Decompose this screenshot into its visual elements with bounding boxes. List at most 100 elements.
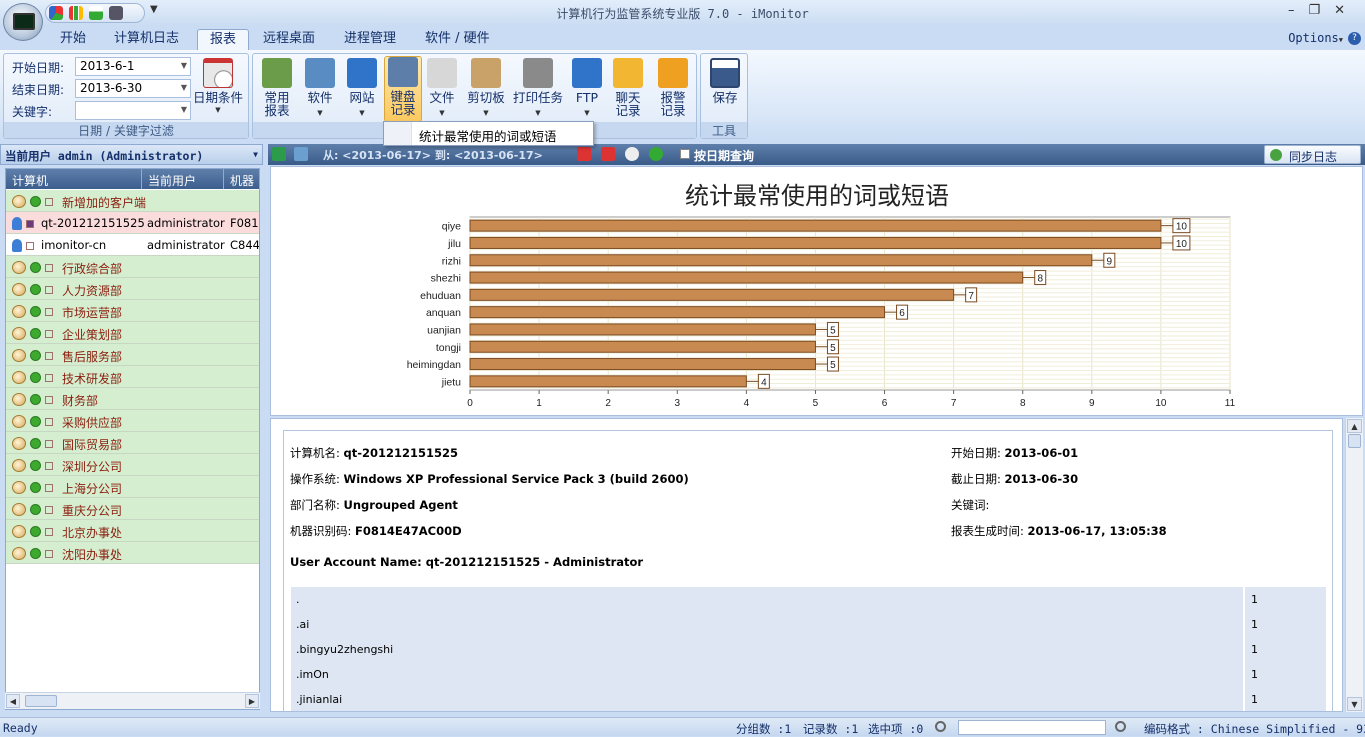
group-row[interactable]: 人力资源部 <box>6 278 259 300</box>
group-row[interactable]: 国际贸易部 <box>6 432 259 454</box>
scroll-right-icon[interactable]: ▶ <box>245 694 259 708</box>
clock-icon[interactable] <box>625 147 639 161</box>
menu-item-frequent-words[interactable]: 统计最常使用的词或短语 <box>419 126 557 145</box>
expand-icon[interactable] <box>45 307 53 316</box>
expand-icon[interactable] <box>45 549 53 558</box>
tab-remote-desktop[interactable]: 远程桌面 <box>251 29 327 51</box>
group-row[interactable]: 深圳分公司 <box>6 454 259 476</box>
chevron-down-icon: ▼ <box>180 83 187 92</box>
group-row[interactable]: 采购供应部 <box>6 410 259 432</box>
report-button-2[interactable]: 网站 ▼ <box>344 58 380 120</box>
group-row[interactable]: 售后服务部 <box>6 344 259 366</box>
group-row[interactable]: 重庆分公司 <box>6 498 259 520</box>
expand-icon[interactable] <box>45 395 53 404</box>
current-user-header[interactable]: 当前用户 admin (Administrator) ▼ <box>0 144 263 165</box>
tab-software-hardware[interactable]: 软件 / 硬件 <box>413 29 502 51</box>
sync-log-button[interactable]: 同步日志 <box>1264 145 1361 164</box>
group-icon <box>12 194 53 208</box>
keyword-field[interactable]: ▼ <box>75 101 191 120</box>
report-button-1[interactable]: 软件 ▼ <box>300 58 340 120</box>
computer-row[interactable]: imonitor-cn administrator C8442 <box>6 234 259 256</box>
report-button-label-2: 记录 <box>615 103 641 118</box>
expand-icon[interactable] <box>45 461 53 470</box>
refresh-icon[interactable] <box>649 147 663 161</box>
report-button-7[interactable]: FTP ▼ <box>571 58 603 120</box>
info-key: 计算机名: <box>290 446 344 460</box>
options-menu[interactable]: Options▼ <box>1288 31 1343 45</box>
expand-icon[interactable] <box>45 351 53 360</box>
group-row[interactable]: 新增加的客户端 <box>6 190 259 212</box>
scroll-left-icon[interactable]: ◀ <box>6 694 20 708</box>
scroll-down-icon[interactable]: ▼ <box>1347 697 1362 711</box>
close-icon[interactable]: ✕ <box>1334 3 1359 18</box>
table-row[interactable]: .bingyu2zhengshi 1 <box>291 637 1326 662</box>
expand-icon[interactable] <box>45 505 53 514</box>
group-row[interactable]: 上海分公司 <box>6 476 259 498</box>
minimize-icon[interactable]: – <box>1288 3 1309 18</box>
scroll-thumb[interactable] <box>25 695 57 707</box>
export-excel-icon[interactable] <box>272 147 286 161</box>
word-cell: . <box>291 587 1243 612</box>
date-condition-button[interactable]: 日期条件 ▼ <box>190 58 246 117</box>
col-computer[interactable]: 计算机 <box>6 169 142 189</box>
search-icon[interactable] <box>1115 721 1126 732</box>
group-row[interactable]: 沈阳办事处 <box>6 542 259 564</box>
tab-reports[interactable]: 报表 <box>197 29 250 51</box>
calendar-next-icon[interactable] <box>601 147 615 161</box>
title-bar: ▼ 计算机行为监管系统专业版 7.0 - iMonitor –❐✕ <box>0 0 1365 26</box>
scroll-up-icon[interactable]: ▲ <box>1347 419 1362 433</box>
users-icon <box>12 459 26 472</box>
group-row[interactable]: 技术研发部 <box>6 366 259 388</box>
calendar-icon[interactable] <box>577 147 591 161</box>
expand-icon[interactable] <box>45 439 53 448</box>
end-date-field[interactable]: 2013-6-30 ▼ <box>75 79 191 98</box>
help-icon[interactable]: ? <box>1348 32 1361 45</box>
expand-icon[interactable] <box>45 483 53 492</box>
category-label: tongji <box>436 342 461 354</box>
expand-icon[interactable] <box>45 373 53 382</box>
col-machine-id[interactable]: 机器识 <box>224 169 259 205</box>
restore-icon[interactable]: ❐ <box>1308 3 1334 18</box>
expand-icon[interactable] <box>45 197 53 206</box>
report-button-4[interactable]: 文件 ▼ <box>424 58 460 120</box>
tab-computer-log[interactable]: 计算机日志 <box>102 29 191 51</box>
data-label: 7 <box>968 291 974 302</box>
report-vertical-scrollbar[interactable]: ▲ ▼ <box>1345 418 1363 712</box>
by-date-checkbox[interactable] <box>680 149 690 159</box>
report-button-5[interactable]: 剪切板 ▼ <box>465 58 507 120</box>
tab-process-manager[interactable]: 进程管理 <box>332 29 408 51</box>
expand-icon[interactable] <box>45 263 53 272</box>
expand-icon[interactable] <box>45 527 53 536</box>
list-horizontal-scrollbar[interactable]: ◀ ▶ <box>5 692 260 709</box>
group-row[interactable]: 财务部 <box>6 388 259 410</box>
start-date-field[interactable]: 2013-6-1 ▼ <box>75 57 191 76</box>
group-row[interactable]: 市场运营部 <box>6 300 259 322</box>
expand-icon[interactable] <box>45 329 53 338</box>
word-cell: .ai <box>291 612 1243 637</box>
tab-start[interactable]: 开始 <box>48 29 98 51</box>
ribbon: 开始日期: 2013-6-1 ▼ 结束日期: 2013-6-30 ▼ 关键字: ▼ … <box>0 50 1365 142</box>
status-search-input[interactable] <box>958 720 1106 735</box>
scroll-thumb[interactable] <box>1348 434 1361 448</box>
table-row[interactable]: .jinianlai 1 <box>291 687 1326 711</box>
report-button-6[interactable]: 打印任务 ▼ <box>510 58 566 120</box>
info-value: F0814E47AC00D <box>355 524 462 538</box>
group-row[interactable]: 企业策划部 <box>6 322 259 344</box>
group-label: 企业策划部 <box>62 328 123 342</box>
save-button[interactable]: 保存 <box>707 58 743 104</box>
frequent-words-chart: 统计最常使用的词或短语 0 1 2 3 4 5 6 7 8 9 10 11 qiye 10 jilu 10 ri… <box>407 182 1236 409</box>
group-row[interactable]: 北京办事处 <box>6 520 259 542</box>
table-row[interactable]: .1 <box>291 587 1326 612</box>
app-menu-button[interactable] <box>3 3 43 41</box>
report-button-label-2: 记录 <box>390 102 416 117</box>
group-icon <box>12 414 53 428</box>
image-icon[interactable] <box>294 147 308 161</box>
computer-row[interactable]: qt-201212151525administrator F0814 <box>6 212 259 234</box>
expand-icon[interactable] <box>45 285 53 294</box>
report-button-3[interactable]: 键盘记录▼ <box>384 56 422 129</box>
table-row[interactable]: .ai 1 <box>291 612 1326 637</box>
expand-icon[interactable] <box>45 417 53 426</box>
col-current-user[interactable]: 当前用户 <box>142 169 224 189</box>
table-row[interactable]: .imOn 1 <box>291 662 1326 687</box>
group-row[interactable]: 行政综合部 <box>6 256 259 278</box>
